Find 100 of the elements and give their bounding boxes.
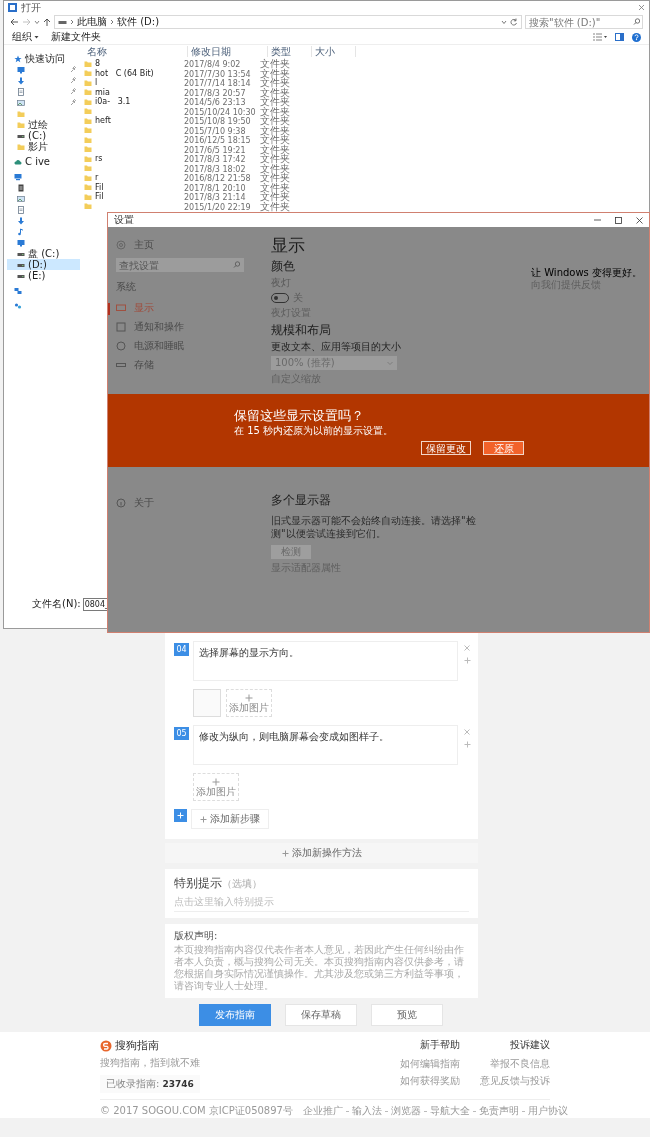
date-cell: 2017/8/4 9:02 (184, 60, 241, 69)
site-logo[interactable]: 搜狗指南 (100, 1038, 200, 1053)
revert-button[interactable]: 还原 (483, 441, 524, 455)
step-text-field[interactable]: 修改为纵向，则电脑屏幕会变成如图样子。 (193, 725, 458, 765)
add-image-button[interactable]: 添加图片 (193, 773, 239, 801)
add-step-button[interactable]: 添加新步骤 (191, 809, 269, 829)
maximize-icon[interactable] (615, 216, 622, 224)
side-heading: 让 Windows 变得更好。 (531, 267, 642, 279)
search-field[interactable]: 搜索"软件 (D:)" (525, 15, 643, 29)
action-button[interactable]: 预览 (371, 1004, 443, 1026)
file-row[interactable]: 8 2017/8/4 9:02 文件夹 (84, 59, 300, 69)
file-row[interactable]: mia 2017/8/3 20:57 文件夹 (84, 87, 300, 97)
back-arrow-icon[interactable] (10, 18, 19, 26)
file-row[interactable]: r 2016/8/12 21:58 文件夹 (84, 173, 300, 183)
nav-item[interactable]: 快速访问 (4, 53, 80, 64)
minimize-icon[interactable] (594, 217, 601, 223)
up-arrow-icon[interactable] (43, 17, 51, 27)
column-header[interactable]: 名称 (84, 46, 188, 57)
nav-item[interactable]: 过绘 (7, 119, 80, 130)
nav-item[interactable]: 盘 (C:) (7, 248, 80, 259)
toolbar-button[interactable]: 组织 (12, 31, 39, 43)
nav-item[interactable]: (E:) (7, 270, 80, 281)
footer-link[interactable]: 如何编辑指南 (400, 1057, 460, 1071)
file-row[interactable]: Fil 2017/8/1 20:10 文件夹 (84, 182, 300, 192)
monitor-icon (17, 238, 25, 247)
date-cell: 2015/1/20 22:19 (184, 202, 251, 212)
step-number: 05 (174, 727, 189, 740)
date-cell: 2016/8/12 21:58 (184, 174, 251, 183)
file-name: Fil (95, 182, 104, 192)
date-cell: 2014/5/6 23:13 (184, 98, 246, 107)
type-cell: 文件夹 (260, 172, 290, 184)
breadcrumb-item[interactable]: 软件 (D:) (117, 16, 160, 28)
monitor-icon (116, 302, 126, 313)
type-cell: 文件夹 (260, 77, 290, 89)
plus-icon (281, 849, 289, 857)
add-method-button[interactable]: 添加新操作方法 (165, 843, 478, 863)
copyright-notice: © 2017 SOGOU.COM 京ICP证050897号 (100, 1104, 293, 1118)
file-row[interactable]: hot C (64 Bit) 2017/7/30 13:54 文件夹 (84, 68, 300, 78)
file-row[interactable]: 2017/6/5 19:21 文件夹 (84, 144, 300, 154)
network-icon (14, 286, 22, 295)
guide-count: 已收录指南: 23746 (100, 1075, 200, 1093)
toolbar-button[interactable]: 新建文件夹 (51, 31, 101, 43)
plus-icon (245, 693, 253, 702)
preview-pane-icon[interactable] (615, 33, 624, 41)
close-icon[interactable] (636, 216, 643, 224)
file-row[interactable]: 2016/12/5 18:15 文件夹 (84, 135, 300, 145)
date-cell: 2017/6/5 19:21 (184, 145, 246, 155)
keep-button[interactable]: 保留更改 (421, 441, 471, 455)
column-header[interactable]: 修改日期 (188, 46, 268, 57)
file-name: hot C (64 Bit) (95, 68, 154, 78)
search-icon (233, 261, 240, 268)
file-row[interactable]: rs 2017/8/3 17:42 文件夹 (84, 154, 300, 164)
help-icon[interactable] (632, 32, 641, 42)
type-cell: 文件夹 (260, 105, 290, 117)
caret-icon[interactable] (34, 19, 40, 25)
column-header[interactable]: 大小 (312, 46, 356, 57)
footer-link[interactable]: 免责声明 (478, 1104, 519, 1118)
breadcrumb-item[interactable]: 此电脑 (77, 16, 107, 28)
column-header[interactable]: 类型 (268, 46, 312, 57)
file-row[interactable]: 2015/1/20 22:19 文件夹 (84, 201, 300, 211)
chevron-icon (70, 19, 74, 25)
file-row[interactable]: 2015/7/10 9:38 文件夹 (84, 125, 300, 135)
type-cell: 文件夹 (260, 96, 290, 108)
add-image-button[interactable]: 添加图片 (226, 689, 272, 717)
caret-icon[interactable] (501, 19, 507, 25)
nav-item[interactable]: C ive (4, 156, 80, 167)
file-row[interactable]: Fil 2017/8/3 21:14 文件夹 (84, 192, 300, 202)
file-row[interactable]: l 2017/7/14 18:14 文件夹 (84, 78, 300, 88)
date-cell: 2017/8/1 20:10 (184, 183, 246, 193)
app-icon (8, 3, 17, 12)
file-row[interactable]: i0a- 3.1 2014/5/6 23:13 文件夹 (84, 97, 300, 107)
section-heading: 规模和布局 (271, 322, 332, 338)
plus-icon (212, 777, 220, 786)
page-heading: 显示 (271, 235, 306, 255)
search-icon (633, 18, 640, 25)
close-icon[interactable] (638, 4, 645, 11)
nav-item[interactable]: (C:) (7, 130, 80, 141)
footer-link[interactable]: 浏览器 (390, 1104, 421, 1118)
publish-button[interactable]: 发布指南 (199, 1004, 271, 1026)
file-row[interactable]: 2015/10/24 10:30 文件夹 (84, 106, 300, 116)
section-heading: 颜色 (271, 258, 296, 274)
action-button[interactable]: 保存草稿 (285, 1004, 357, 1026)
nav-item[interactable]: (D:) (7, 259, 80, 270)
down-arrow-icon (17, 216, 25, 225)
forward-arrow-icon[interactable] (22, 18, 31, 26)
info-icon (116, 497, 126, 508)
file-row[interactable]: 2017/8/3 18:02 文件夹 (84, 163, 300, 173)
plus-icon (200, 815, 207, 823)
image-thumbnail[interactable] (193, 689, 221, 717)
date-cell: 2017/7/14 18:14 (184, 79, 251, 88)
view-options-icon[interactable] (593, 33, 607, 41)
refresh-icon[interactable] (510, 18, 518, 26)
type-cell: 文件夹 (260, 143, 290, 155)
type-cell: 文件夹 (260, 191, 290, 203)
add-step-icon[interactable] (174, 809, 187, 822)
nav-item[interactable]: 影片 (7, 141, 80, 152)
file-row[interactable]: heft 2015/10/8 19:50 文件夹 (84, 116, 300, 126)
file-name: rs (95, 154, 103, 164)
step-text-field[interactable]: 选择屏幕的显示方向。 (193, 641, 458, 681)
date-cell: 2015/10/24 10:30 (184, 107, 256, 117)
